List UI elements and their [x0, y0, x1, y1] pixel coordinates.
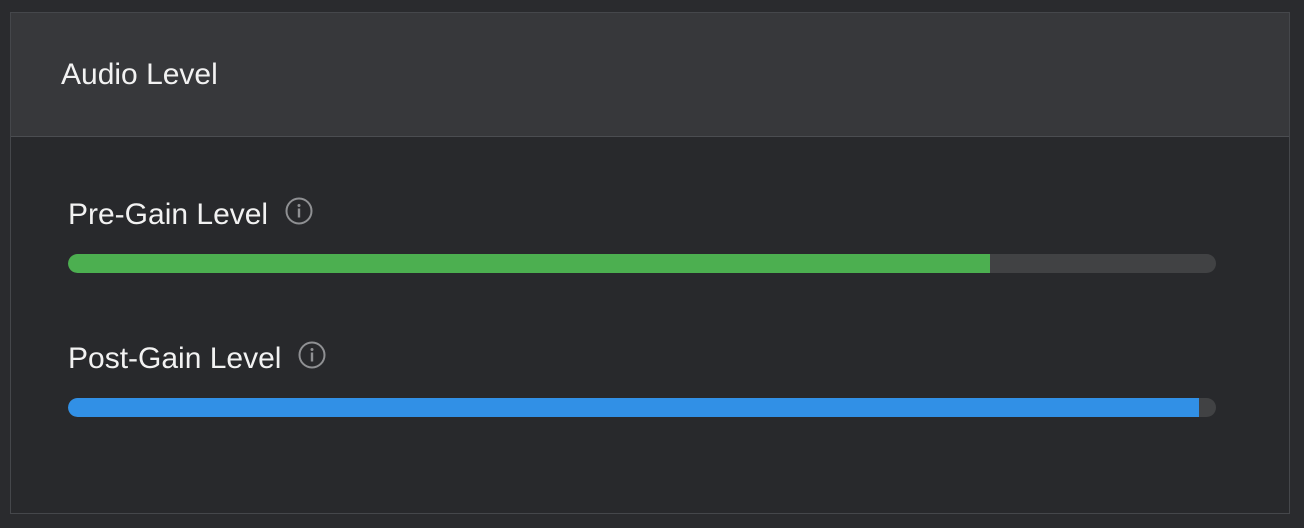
audio-level-panel: Audio Level Pre-Gain Level Post-Gain Lev… [10, 12, 1290, 514]
post-gain-fill [68, 398, 1199, 417]
post-gain-label-line: Post-Gain Level [68, 341, 1216, 377]
post-gain-track [68, 398, 1216, 417]
post-gain-label: Post-Gain Level [68, 342, 282, 375]
pre-gain-fill [68, 254, 990, 273]
panel-header: Audio Level [11, 13, 1289, 137]
pre-gain-label-line: Pre-Gain Level [68, 197, 1216, 233]
info-icon[interactable] [297, 340, 327, 370]
post-gain-meter: Post-Gain Level [68, 341, 1216, 417]
info-icon[interactable] [284, 196, 314, 226]
pre-gain-meter: Pre-Gain Level [68, 197, 1216, 273]
pre-gain-track [68, 254, 1216, 273]
pre-gain-label: Pre-Gain Level [68, 198, 269, 231]
panel-title: Audio Level [61, 58, 218, 91]
